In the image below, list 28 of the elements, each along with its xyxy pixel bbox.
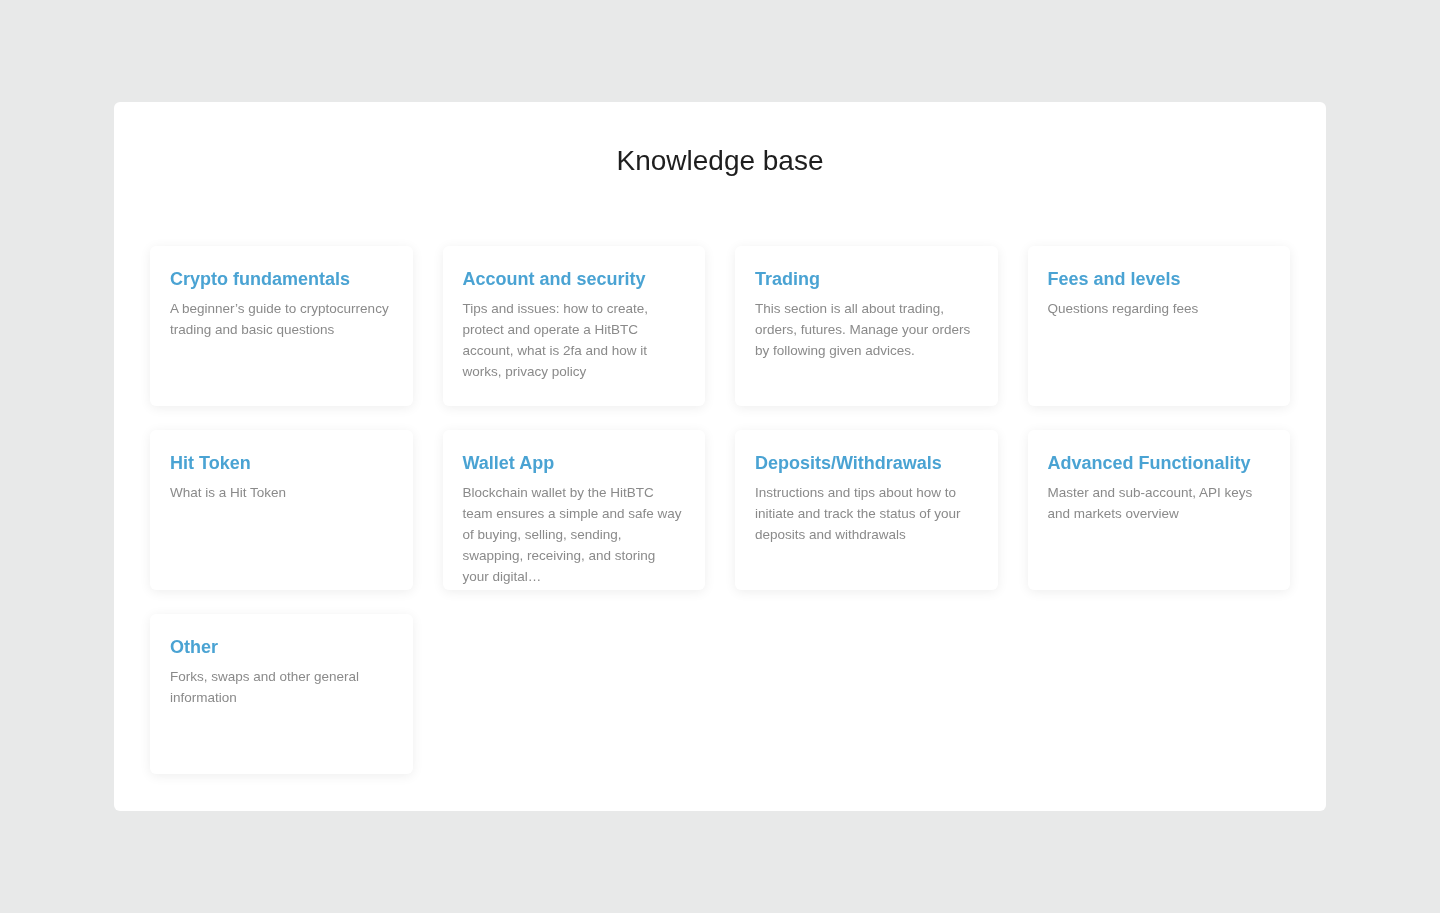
card-title: Crypto fundamentals [170, 268, 352, 291]
card-title: Fees and levels [1047, 268, 1182, 291]
category-card[interactable]: Fees and levels Questions regarding fees [1027, 246, 1290, 406]
card-description: Instructions and tips about how to initiate and track the status of your deposits and withdrawals [755, 484, 962, 544]
category-card[interactable]: Crypto fundamentals A beginner’s guide to cryptocurrency trading and basic questions [150, 246, 413, 406]
card-description: Blockchain wallet by the HitBTC team ensures a simple and safe way of buying, selling, sending, swapping, receiving, and storing your digital… [462, 484, 683, 586]
category-card[interactable]: Other Forks, swaps and other general information [150, 614, 413, 774]
card-title: Deposits/Withdrawals [755, 452, 943, 475]
card-title: Advanced Functionality [1047, 452, 1252, 475]
card-description: What is a Hit Token [170, 484, 288, 502]
category-card[interactable]: Deposits/Withdrawals Instructions and tips about how to initiate and track the status of your deposits and withdrawals [735, 430, 998, 590]
card-description: A beginner’s guide to cryptocurrency trading and basic questions [170, 300, 390, 339]
card-title: Trading [755, 268, 821, 291]
page-title: Knowledge base [615, 144, 825, 178]
card-title: Hit Token [170, 452, 252, 475]
category-card[interactable]: Account and security Tips and issues: how to create, protect and operate a HitBTC account, what is 2fa and how it works, privacy policy [442, 246, 705, 406]
category-card[interactable]: Hit Token What is a Hit Token [150, 430, 413, 590]
card-title: Account and security [462, 268, 647, 291]
card-description: Questions regarding fees [1047, 300, 1200, 318]
card-description: This section is all about trading, orders, futures. Manage your orders by following given advices. [755, 300, 972, 360]
card-description: Forks, swaps and other general information [170, 668, 361, 707]
card-title: Wallet App [462, 452, 556, 475]
category-card[interactable]: Trading This section is all about trading, orders, futures. Manage your orders by following given advices. [735, 246, 998, 406]
card-description: Tips and issues: how to create, protect and operate a HitBTC account, what is 2fa and how it works, privacy policy [462, 300, 650, 381]
card-title: Other [170, 636, 219, 659]
card-description: Master and sub-account, API keys and markets overview [1047, 484, 1254, 523]
category-card[interactable]: Wallet App Blockchain wallet by the HitBTC team ensures a simple and safe way of buying, selling, sending, swapping, receiving, and storing your digital… [442, 430, 705, 590]
category-card[interactable]: Advanced Functionality Master and sub-account, API keys and markets overview [1027, 430, 1290, 590]
